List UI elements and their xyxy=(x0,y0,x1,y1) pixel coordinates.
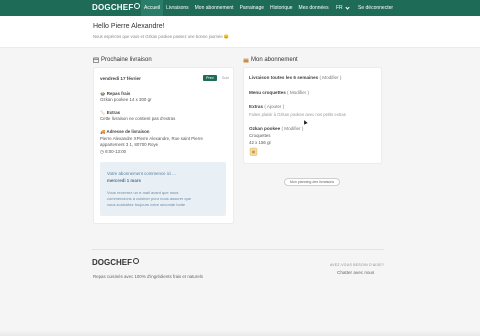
nav-parrainage[interactable]: Parrainage xyxy=(237,0,267,16)
prev-delivery-button[interactable]: Prev xyxy=(203,75,217,81)
delivery-time-row: ◷ 8:00-13:00 xyxy=(100,149,126,155)
address-line-2: appartement 3 1, 80700 Roye xyxy=(100,142,159,147)
top-nav-bar: DOGCHEF Accueil Livraisons Mon abonnemen… xyxy=(0,0,480,16)
bowl-icon: 🍲 xyxy=(100,91,106,96)
delivery-extras-value: Cette livraison ne contient pas d'extras xyxy=(100,116,176,121)
main-nav: Accueil Livraisons Mon abonnement Parrai… xyxy=(141,0,332,16)
nav-mon-abonnement[interactable]: Mon abonnement xyxy=(192,0,237,16)
help-question: AVEZ-VOUS BESOIN D'AIDE? xyxy=(330,263,385,267)
footer-logo[interactable]: DOGCHEF xyxy=(92,257,139,267)
info-text-2: commencions à cuisiner pour nous assurer… xyxy=(107,196,192,201)
footer-paw-icon xyxy=(133,257,139,264)
subscription-title: Mon abonnement xyxy=(251,57,298,63)
chevron-down-icon xyxy=(345,4,350,10)
language-select[interactable]: FR xyxy=(336,0,350,16)
add-extras-link[interactable]: ( Ajouter ) xyxy=(264,104,284,109)
info-text-3: vous souhaitez toujours votre seconde bo… xyxy=(107,202,186,207)
info-text-1: Vous recevrez un e-mail avant que nous xyxy=(107,190,179,195)
info-date: mercredi 1 mars xyxy=(107,178,141,183)
subscription-heading: Mon abonnement xyxy=(243,57,298,63)
dog-name: Ozkan pookee xyxy=(249,126,281,131)
nav-mes-donnees[interactable]: Mes données xyxy=(296,0,332,16)
info-title: Votre abonnement commence ici ... xyxy=(107,171,176,176)
delivery-date: vendredi 17 février xyxy=(100,76,141,81)
modify-menu-link[interactable]: ( Modifier ) xyxy=(287,90,309,95)
next-delivery-heading: Prochaine livraison xyxy=(93,57,152,63)
footer-logo-text: DOGCHEF xyxy=(92,258,132,267)
nav-historique[interactable]: Historique xyxy=(267,0,296,16)
dogchef-logo[interactable]: DOGCHEF xyxy=(92,2,141,12)
menu-label: Menu croquettes xyxy=(249,90,286,95)
address-label-row: 🚚 Adresse de livraison xyxy=(100,129,149,135)
clock-icon: ◷ xyxy=(100,149,104,154)
truck-icon: 🚚 xyxy=(100,129,106,134)
nav-accueil[interactable]: Accueil xyxy=(141,0,164,16)
chat-link[interactable]: Chatter avec nous xyxy=(337,270,374,275)
kibble-bag-icon xyxy=(249,147,258,156)
delivery-toggle: Prev Suiv xyxy=(203,75,232,81)
sub-extras-label: Extras xyxy=(249,104,264,109)
box-icon xyxy=(243,58,249,63)
next-delivery-title: Prochaine livraison xyxy=(101,57,152,63)
language-label: FR xyxy=(336,5,343,11)
product-qty: 42 x 156 gr xyxy=(249,140,271,145)
sub-extras-row: Extras ( Ajouter ) xyxy=(249,104,284,109)
calendar-icon xyxy=(93,57,99,63)
dog-row: Ozkan pookee ( Modifier ) xyxy=(249,126,303,131)
greeting-subtitle: Nous espérons que vous et Ozkan pookee p… xyxy=(93,34,230,39)
menu-row: Menu croquettes ( Modifier ) xyxy=(249,90,309,95)
footer-divider xyxy=(92,249,384,250)
delivery-time: 8:00-13:00 xyxy=(105,149,127,154)
modify-frequency-link[interactable]: ( Modifier ) xyxy=(319,75,341,80)
frequency-row: Livraison toutes les 6 semaines ( Modifi… xyxy=(249,75,341,80)
delivery-planning-button[interactable]: Mon planning des livraisons xyxy=(284,178,340,186)
bottom-strip xyxy=(0,330,480,336)
product-type: Croquettes xyxy=(249,133,271,138)
next-delivery-button[interactable]: Suiv xyxy=(219,75,232,81)
footer-tagline: Repas cuisinés avec 100% d'ingrédients f… xyxy=(93,274,203,279)
greeting-title: Hello Pierre Alexandre! xyxy=(93,23,165,30)
frequency-text: Livraison toutes les 6 semaines xyxy=(249,75,319,80)
meals-value: Ozkan pookee 14 x 300 gr xyxy=(100,97,152,102)
address-line-1: Pierre Alexandre XPierre Alexandre, Rue … xyxy=(100,136,203,141)
greeting-banner xyxy=(0,16,480,48)
nav-livraisons[interactable]: Livraisons xyxy=(163,0,192,16)
address-label: Adresse de livraison xyxy=(106,129,150,134)
bone-icon: 🦴 xyxy=(100,110,106,115)
logo-text: DOGCHEF xyxy=(92,3,134,12)
paw-icon xyxy=(134,2,141,9)
meals-label: Repas frais xyxy=(106,91,131,96)
extras-hint: Faites plaisir à Ozkan pookee avec nos p… xyxy=(249,112,346,117)
modify-dog-link[interactable]: ( Modifier ) xyxy=(281,126,303,131)
logout-link[interactable]: Se déconnecter xyxy=(358,0,393,16)
delivery-extras-label: Extras xyxy=(106,110,121,115)
